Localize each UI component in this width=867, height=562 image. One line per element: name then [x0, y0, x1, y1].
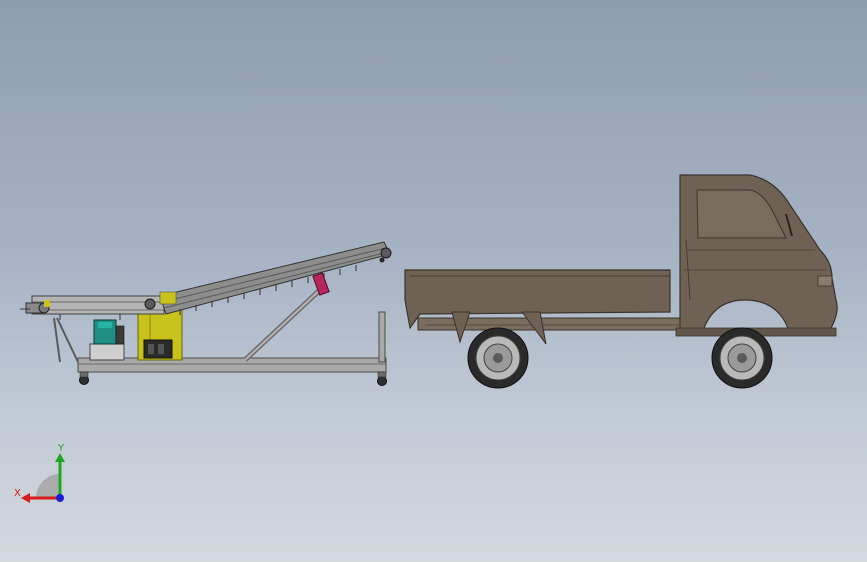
inclined-conveyor — [159, 241, 391, 315]
coordinate-triad: Y X — [14, 443, 65, 503]
z-axis-dot-icon — [56, 494, 64, 502]
tail-pulley — [144, 298, 156, 310]
left-brace — [56, 317, 79, 363]
front-post — [378, 311, 386, 363]
cad-model-scene[interactable] — [0, 0, 867, 562]
x-axis-label: X — [14, 488, 21, 499]
y-axis-label: Y — [57, 443, 65, 454]
truck-headlight — [817, 275, 833, 287]
truck-model[interactable] — [404, 174, 838, 389]
truck-front-wheel — [711, 327, 773, 389]
triad-plane-icon — [36, 474, 60, 498]
hydraulic-tank — [89, 343, 125, 361]
cad-viewport[interactable]: Y X — [0, 0, 867, 562]
conveyor-loader[interactable] — [20, 241, 392, 386]
loader-wheel-right — [377, 376, 387, 386]
truck-rear-wheel — [467, 327, 529, 389]
horizontal-conveyor — [31, 295, 165, 315]
head-pulley — [380, 247, 392, 259]
